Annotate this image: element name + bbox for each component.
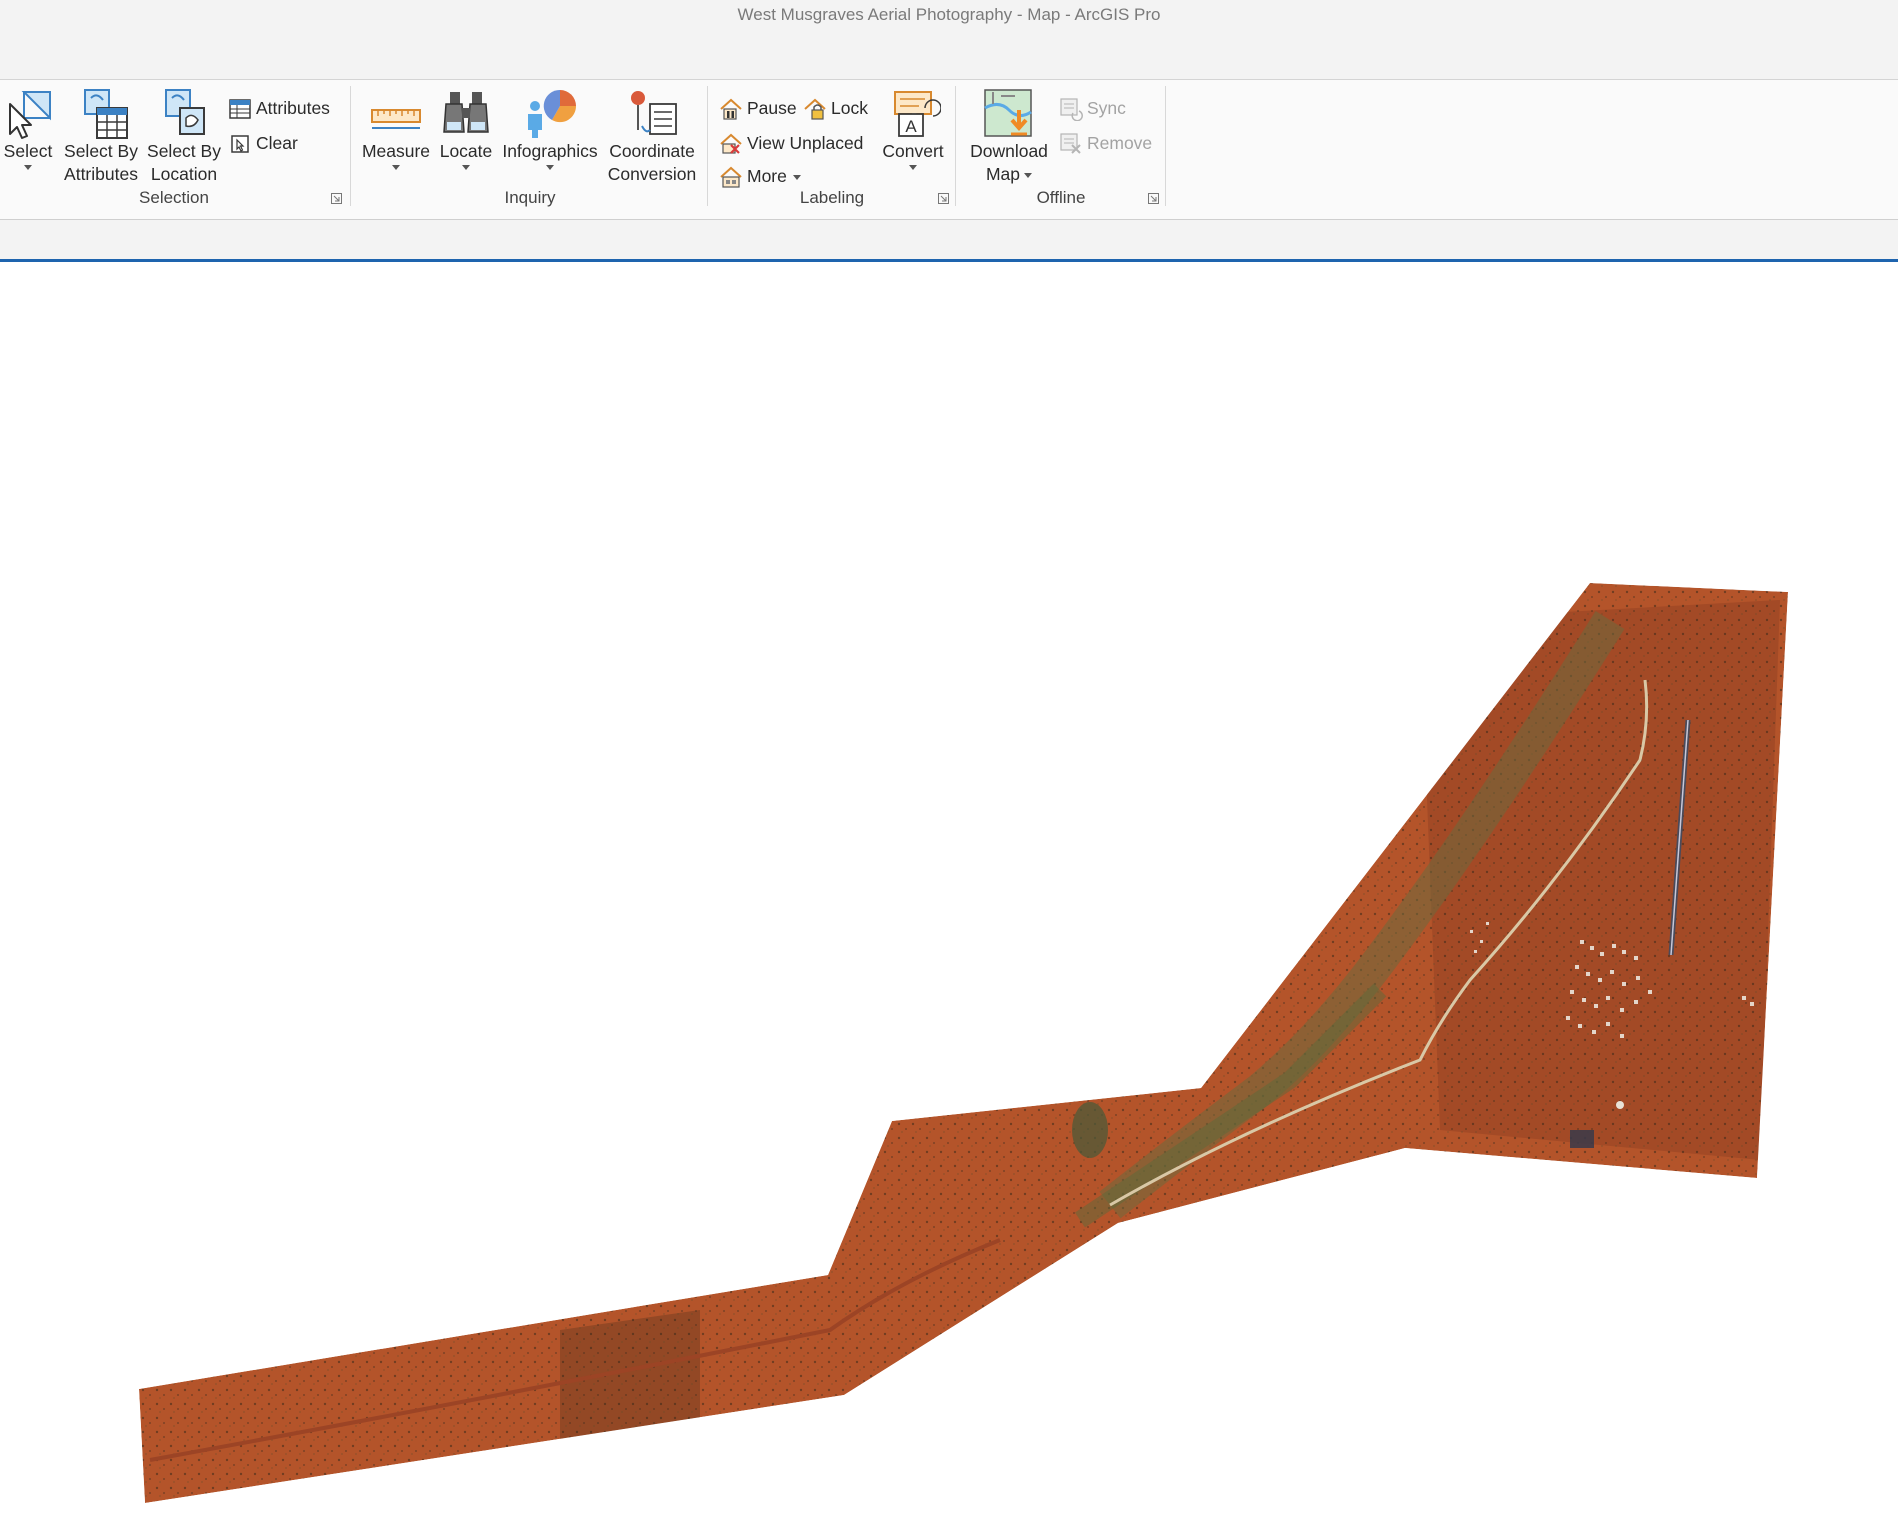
measure-label: Measure [361, 141, 431, 161]
clear-selection-icon [228, 132, 252, 156]
infographics-dropdown-caret[interactable] [546, 165, 554, 170]
select-dropdown-caret[interactable] [24, 165, 32, 170]
infographics-label: Infographics [502, 141, 598, 161]
select-arrow-icon [2, 86, 54, 140]
ribbon-separator [955, 86, 956, 206]
select-by-attributes-label-1: Select By [64, 141, 138, 161]
convert-dropdown-caret[interactable] [909, 165, 917, 170]
sync-icon [1059, 97, 1083, 122]
select-by-location-label-2: Location [150, 164, 218, 184]
ribbon-separator [1165, 86, 1166, 206]
download-map-label-1: Download [970, 141, 1048, 161]
clear-label: Clear [256, 133, 298, 153]
convert-labels-icon: A [885, 86, 942, 140]
svg-text:A: A [905, 117, 917, 136]
offline-launcher-icon[interactable] [1148, 193, 1159, 204]
map-view[interactable] [0, 262, 1898, 1530]
coordinate-conversion-button[interactable]: Coordinate Conversion [604, 86, 700, 186]
title-bar: West Musgraves Aerial Photography - Map … [0, 0, 1898, 80]
labeling-launcher-icon[interactable] [938, 193, 949, 204]
more-labeling-button[interactable]: More [719, 162, 801, 190]
remove-button[interactable]: Remove [1059, 129, 1152, 157]
view-unplaced-label: View Unplaced [747, 133, 864, 153]
ribbon: Select Select By Attributes Select By Lo… [0, 80, 1898, 220]
more-label: More [747, 166, 787, 186]
locate-label: Locate [439, 141, 493, 161]
lock-label: Lock [831, 98, 868, 118]
select-by-location-icon [154, 86, 214, 140]
convert-button[interactable]: A Convert [877, 86, 949, 170]
select-button[interactable]: Select [2, 86, 54, 170]
compound [1570, 1130, 1594, 1148]
select-by-location-button[interactable]: Select By Location [146, 86, 222, 186]
ribbon-bottom-strip [0, 220, 1898, 262]
offline-group: Download Map Sync Remove Offline [957, 86, 1165, 214]
remove-label: Remove [1087, 133, 1153, 153]
infographics-button[interactable]: Infographics [498, 86, 602, 170]
select-by-attributes-button[interactable]: Select By Attributes [60, 86, 142, 186]
coordinate-conversion-icon [622, 86, 682, 140]
ruler-icon [366, 86, 426, 140]
locate-button[interactable]: Locate [436, 86, 496, 170]
inquiry-group-label: Inquiry [504, 188, 556, 207]
lock-icon [803, 97, 827, 121]
coordinate-conversion-label-2: Conversion [607, 164, 697, 184]
pause-label: Pause [747, 98, 797, 118]
download-map-icon [981, 86, 1037, 140]
selection-group-label: Selection [139, 188, 209, 207]
select-by-attributes-label-2: Attributes [64, 164, 138, 184]
ribbon-separator [350, 86, 351, 206]
measure-button[interactable]: Measure [358, 86, 434, 170]
aerial-imagery-layer [139, 583, 1788, 1503]
labeling-group: Pause Lock View Unplaced More A Convert … [709, 86, 955, 214]
pause-labeling-button[interactable]: Pause [719, 94, 797, 122]
convert-label: Convert [882, 141, 944, 161]
selection-launcher-icon[interactable] [331, 193, 342, 204]
sync-label: Sync [1087, 98, 1126, 118]
locate-dropdown-caret[interactable] [462, 165, 470, 170]
clear-button[interactable]: Clear [228, 129, 298, 157]
more-dropdown-caret[interactable] [792, 174, 801, 180]
selection-group: Select Select By Attributes Select By Lo… [0, 86, 348, 214]
coordinate-conversion-label-1: Coordinate [609, 141, 695, 161]
ribbon-separator [707, 86, 708, 206]
select-by-location-label-1: Select By [147, 141, 221, 161]
pause-labels-icon [719, 97, 743, 121]
remove-icon [1059, 132, 1083, 156]
view-unplaced-button[interactable]: View Unplaced [719, 129, 863, 157]
view-unplaced-icon [719, 132, 743, 156]
attributes-button[interactable]: Attributes [228, 94, 330, 122]
select-by-attributes-icon [71, 86, 131, 140]
download-map-button[interactable]: Download Map [959, 86, 1059, 186]
attributes-table-icon [228, 97, 252, 121]
download-map-label-2: Map [985, 164, 1021, 184]
binoculars-icon [438, 86, 494, 140]
inquiry-group: Measure Locate Infographics Coordinate C… [352, 86, 708, 214]
lock-labeling-button[interactable]: Lock [803, 94, 868, 122]
attributes-label: Attributes [256, 98, 330, 118]
measure-dropdown-caret[interactable] [392, 165, 400, 170]
infographics-icon [520, 86, 580, 140]
labeling-group-label: Labeling [799, 188, 865, 207]
window-title: West Musgraves Aerial Photography - Map … [737, 5, 1161, 24]
more-labeling-icon [719, 165, 743, 189]
select-label: Select [3, 141, 53, 161]
download-map-dropdown-caret[interactable] [1024, 172, 1033, 178]
sync-button[interactable]: Sync [1059, 94, 1126, 122]
offline-group-label: Offline [1036, 188, 1086, 207]
